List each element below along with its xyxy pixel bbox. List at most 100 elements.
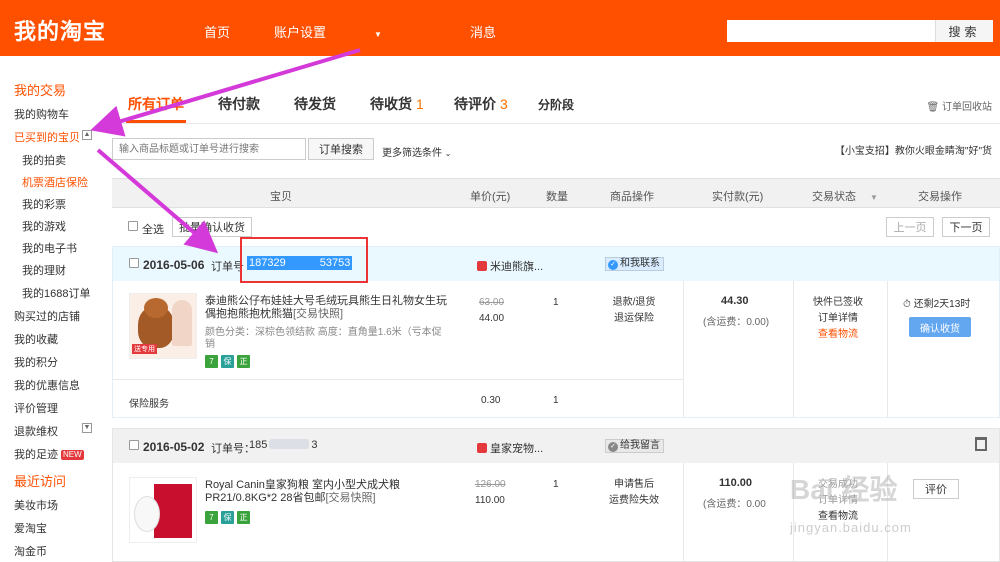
sidebar-sub-travel[interactable]: 机票酒店保险 bbox=[22, 174, 88, 190]
tab-pending-receipt[interactable]: 待收货 1 bbox=[370, 94, 424, 114]
order-search-input[interactable] bbox=[112, 138, 306, 160]
recycle-bin-link[interactable]: 🗑 订单回收站 bbox=[927, 98, 992, 113]
tab-pending-payment[interactable]: 待付款 bbox=[218, 94, 260, 114]
product-title[interactable]: Royal Canin皇家狗粮 室内小型犬成犬粮PR21/0.8KG*2 28省… bbox=[205, 479, 447, 505]
tab-pending-review[interactable]: 待评价 3 bbox=[454, 94, 508, 114]
shop-icon bbox=[477, 261, 487, 271]
col-status[interactable]: 交易状态 ▼ bbox=[812, 188, 878, 204]
tab-all-orders[interactable]: 所有订单 bbox=[128, 94, 184, 114]
seven-day-return-icon[interactable]: 7 bbox=[205, 511, 218, 524]
sidebar-sub-games[interactable]: 我的游戏 bbox=[22, 218, 66, 234]
quantity: 1 bbox=[553, 297, 559, 308]
order-number-part: 3 bbox=[311, 439, 318, 451]
sidebar-sub-auction[interactable]: 我的拍卖 bbox=[22, 152, 66, 168]
tab-pending-receipt-label: 待收货 bbox=[370, 96, 412, 112]
sidebar-sub-finance[interactable]: 我的理财 bbox=[22, 262, 66, 278]
order-checkbox[interactable] bbox=[129, 258, 139, 268]
nav-account-settings[interactable]: 账户设置 ▼ bbox=[274, 22, 426, 41]
authentic-icon[interactable]: 正 bbox=[237, 511, 250, 524]
confirm-receipt-button[interactable]: 确认收货 bbox=[909, 317, 971, 337]
sidebar-item-footprints[interactable]: 我的足迹 NEW bbox=[14, 446, 84, 462]
leave-message-button[interactable]: ✓ 给我留言 bbox=[605, 439, 664, 453]
guarantee-icon[interactable]: 保 bbox=[221, 355, 234, 368]
snapshot-link[interactable]: [交易快照] bbox=[293, 308, 343, 320]
search-input[interactable] bbox=[727, 20, 935, 42]
review-button[interactable]: 评价 bbox=[913, 479, 959, 499]
col-paid: 实付款(元) bbox=[712, 191, 764, 203]
order-date: 2016-05-06 bbox=[143, 258, 205, 272]
product-thumbnail[interactable]: 送专用 bbox=[129, 293, 197, 359]
select-all-label[interactable]: 全选 bbox=[142, 221, 164, 237]
nav-home[interactable]: 首页 bbox=[204, 22, 230, 41]
sidebar-item-cart[interactable]: 我的购物车 bbox=[14, 106, 69, 122]
more-filters-dropdown[interactable]: 更多筛选条件 ⌄ bbox=[382, 144, 451, 159]
sidebar-sub-lottery[interactable]: 我的彩票 bbox=[22, 196, 66, 212]
next-page-button[interactable]: 下一页 bbox=[942, 217, 990, 237]
authentic-icon[interactable]: 正 bbox=[237, 355, 250, 368]
nav-messages[interactable]: 消息 bbox=[470, 22, 496, 41]
sidebar-item-points[interactable]: 我的积分 bbox=[14, 354, 58, 370]
tip-link[interactable]: 【小宝支招】教你火眼金睛淘"好"货 bbox=[835, 142, 992, 157]
col-trade-actions: 交易操作 bbox=[918, 191, 962, 203]
after-sales-link[interactable]: 申请售后 bbox=[599, 477, 669, 493]
refund-link[interactable]: 退款/退货 bbox=[599, 295, 669, 311]
new-badge: NEW bbox=[61, 450, 84, 460]
return-insurance-link[interactable]: 退运保险 bbox=[599, 311, 669, 327]
time-remaining: ⏱ 还剩2天13时 bbox=[903, 295, 970, 310]
sidebar-item-coupons[interactable]: 我的优惠信息 bbox=[14, 377, 80, 393]
tab-count: 1 bbox=[416, 96, 424, 112]
shipping-fee: (含运费：0.00) bbox=[703, 317, 770, 328]
sidebar-item-favorites[interactable]: 我的收藏 bbox=[14, 331, 58, 347]
divider bbox=[683, 281, 684, 417]
item-actions: 申请售后 运费险失效 bbox=[599, 477, 669, 509]
shop-icon bbox=[477, 443, 487, 453]
order-checkbox[interactable] bbox=[129, 440, 139, 450]
sidebar-item-refunds[interactable]: 退款维权 bbox=[14, 423, 58, 439]
status-text: 快件已签收 bbox=[813, 297, 863, 308]
shipping-insurance-status: 运费险失效 bbox=[609, 495, 659, 506]
chat-icon: ✓ bbox=[608, 260, 618, 270]
tab-staged[interactable]: 分阶段 bbox=[538, 96, 574, 113]
select-all-checkbox[interactable] bbox=[128, 221, 138, 231]
expand-down-icon[interactable]: ▼ bbox=[82, 423, 92, 433]
prev-page-button[interactable]: 上一页 bbox=[886, 217, 934, 237]
sidebar-item-bought[interactable]: 已买到的宝贝 bbox=[14, 129, 80, 145]
unit-price: 110.00 bbox=[475, 495, 505, 506]
chevron-down-icon: ⌄ bbox=[444, 149, 452, 158]
sidebar-item-reviews[interactable]: 评价管理 bbox=[14, 400, 58, 416]
service-badges: 7 保 正 bbox=[205, 511, 250, 524]
product-title[interactable]: 泰迪熊公仔布娃娃大号毛绒玩具熊生日礼物女生玩偶抱抱熊抱枕熊猫[交易快照] bbox=[205, 295, 447, 321]
message-icon: ✓ bbox=[608, 442, 618, 452]
search-button[interactable]: 搜索 bbox=[935, 20, 993, 42]
order-number[interactable]: 185 3 bbox=[247, 438, 319, 452]
site-logo[interactable]: 我的淘宝 bbox=[14, 14, 106, 46]
shop-link[interactable]: 米迪熊旗... bbox=[477, 258, 543, 274]
tab-pending-shipment[interactable]: 待发货 bbox=[294, 94, 336, 114]
trash-icon: 🗑 bbox=[926, 102, 942, 113]
seven-day-return-icon[interactable]: 7 bbox=[205, 355, 218, 368]
logistics-link[interactable]: 查看物流 bbox=[803, 327, 873, 343]
shop-name: 皇家宠物... bbox=[490, 443, 544, 455]
unit-price: 44.00 bbox=[479, 313, 505, 324]
divider bbox=[793, 281, 794, 417]
shop-link[interactable]: 皇家宠物... bbox=[477, 440, 543, 456]
product-thumbnail[interactable] bbox=[129, 477, 197, 543]
collapse-up-icon[interactable]: ▲ bbox=[82, 130, 92, 140]
snapshot-link[interactable]: [交易快照] bbox=[325, 492, 375, 504]
nav-account-label: 账户设置 bbox=[274, 25, 327, 40]
sidebar-recent-coins[interactable]: 淘金币 bbox=[14, 543, 47, 559]
order-detail-link[interactable]: 订单详情 bbox=[803, 311, 873, 327]
sidebar-sub-ebooks[interactable]: 我的电子书 bbox=[22, 240, 77, 256]
delete-order-icon[interactable] bbox=[975, 437, 987, 451]
batch-confirm-button[interactable]: 批量确认收货 bbox=[172, 217, 252, 237]
tab-count: 3 bbox=[500, 96, 508, 112]
clock-icon: ⏱ bbox=[903, 299, 914, 310]
sidebar-heading-my-trade: 我的交易 bbox=[14, 83, 67, 98]
sidebar-sub-1688[interactable]: 我的1688订单 bbox=[22, 285, 90, 301]
sidebar-item-shops[interactable]: 购买过的店铺 bbox=[14, 308, 80, 324]
contact-seller-button[interactable]: ✓ 和我联系 bbox=[605, 257, 664, 271]
order-search-button[interactable]: 订单搜索 bbox=[308, 138, 374, 160]
sidebar-recent-aitaobao[interactable]: 爱淘宝 bbox=[14, 520, 47, 536]
sidebar-recent-beauty[interactable]: 美妆市场 bbox=[14, 497, 58, 513]
guarantee-icon[interactable]: 保 bbox=[221, 511, 234, 524]
